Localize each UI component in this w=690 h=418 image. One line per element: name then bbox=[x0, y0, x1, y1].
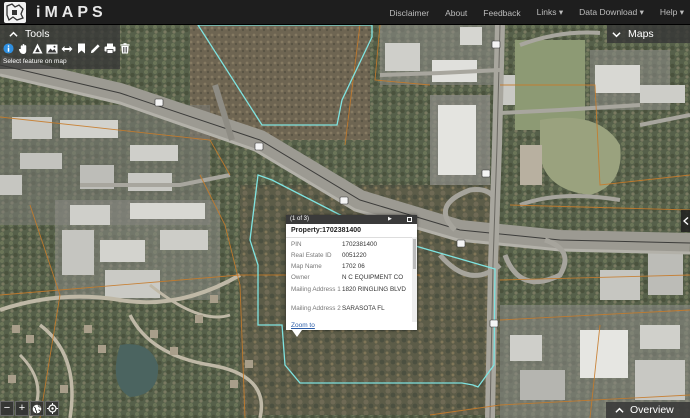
attr-key: Mailing Address 2 bbox=[291, 305, 341, 312]
zoom-controls: − + bbox=[0, 401, 60, 418]
zoom-out-button[interactable]: − bbox=[0, 401, 14, 416]
image-icon[interactable] bbox=[46, 42, 59, 55]
popup-feature-count: (1 of 3) bbox=[290, 216, 310, 222]
zoom-in-button[interactable]: + bbox=[15, 401, 29, 416]
tools-hint: Select feature on map bbox=[3, 58, 67, 65]
attr-value: SARASOTA FL bbox=[342, 305, 385, 312]
top-navbar: iMAPS Disclaimer About Feedback Links ▾ … bbox=[0, 0, 690, 25]
popup-titlebar: (1 of 3) ▶ bbox=[286, 215, 417, 224]
attr-row: Mailing Address 1 1820 RINGLING BLVD bbox=[286, 286, 412, 305]
attr-value: N C EQUIPMENT CO bbox=[342, 274, 404, 281]
attr-row: Owner N C EQUIPMENT CO bbox=[286, 274, 412, 286]
popup-next-button[interactable]: ▶ bbox=[388, 215, 392, 224]
property-popup: (1 of 3) ▶ Property:1702381400 PIN 17023… bbox=[286, 215, 417, 330]
attr-key: Real Estate ID bbox=[291, 252, 332, 259]
bookmark-icon[interactable] bbox=[75, 42, 88, 55]
chevron-left-icon bbox=[682, 217, 688, 225]
chevron-up-icon bbox=[615, 407, 624, 413]
chevron-up-icon bbox=[9, 31, 18, 37]
nav-links-dropdown[interactable]: Links ▾ bbox=[537, 7, 563, 18]
brand[interactable]: iMAPS bbox=[4, 2, 107, 23]
nav-help-dropdown[interactable]: Help ▾ bbox=[660, 7, 684, 18]
locate-icon[interactable] bbox=[45, 401, 59, 416]
attr-row: PIN 1702381400 bbox=[286, 241, 412, 252]
attr-value: 1702 06 bbox=[342, 263, 365, 270]
attr-key: Map Name bbox=[291, 263, 322, 270]
resize-icon[interactable] bbox=[60, 42, 73, 55]
attr-value: 1820 RINGLING BLVD bbox=[342, 286, 406, 293]
nav-about[interactable]: About bbox=[445, 8, 467, 18]
trash-icon[interactable] bbox=[118, 42, 131, 55]
print-icon[interactable] bbox=[104, 42, 117, 55]
brand-title: iMAPS bbox=[36, 3, 107, 21]
nav-data-download-dropdown[interactable]: Data Download ▾ bbox=[579, 7, 644, 18]
popup-scrollbar[interactable] bbox=[412, 237, 417, 322]
attr-value: 1702381400 bbox=[342, 241, 378, 248]
zoom-to-link[interactable]: Zoom to bbox=[291, 322, 315, 329]
tools-toolbar bbox=[2, 42, 133, 55]
imaps-logo-icon bbox=[4, 2, 26, 23]
identify-icon[interactable] bbox=[2, 42, 15, 55]
popup-title: Property:1702381400 bbox=[291, 227, 362, 234]
tools-header[interactable]: Tools bbox=[0, 27, 50, 41]
nav-menu: Disclaimer About Feedback Links ▾ Data D… bbox=[373, 0, 684, 25]
maps-panel-toggle[interactable]: Maps bbox=[607, 25, 690, 43]
popup-maximize-icon[interactable] bbox=[407, 217, 412, 222]
globe-icon[interactable] bbox=[30, 401, 44, 416]
attr-row: Map Name 1702 06 bbox=[286, 263, 412, 274]
attr-value: 0051220 bbox=[342, 252, 367, 259]
attr-row: Mailing Address 2 SARASOTA FL bbox=[286, 305, 412, 316]
tools-title: Tools bbox=[25, 28, 50, 40]
pan-icon[interactable] bbox=[17, 42, 30, 55]
nav-disclaimer[interactable]: Disclaimer bbox=[389, 8, 429, 18]
popup-pointer bbox=[292, 330, 302, 337]
measure-icon[interactable] bbox=[31, 42, 44, 55]
popup-attributes: PIN 1702381400 Real Estate ID 0051220 Ma… bbox=[286, 237, 412, 322]
chevron-down-icon bbox=[612, 31, 621, 37]
popup-scroll-thumb[interactable] bbox=[413, 239, 416, 269]
overview-title: Overview bbox=[630, 404, 674, 416]
overview-toggle[interactable]: Overview bbox=[606, 402, 690, 418]
tools-panel: Tools Select feature on map bbox=[0, 25, 129, 69]
attr-key: PIN bbox=[291, 241, 302, 248]
attr-key: Mailing Address 1 bbox=[291, 286, 341, 293]
attr-key: Owner bbox=[291, 274, 310, 281]
nav-feedback[interactable]: Feedback bbox=[483, 8, 520, 18]
draw-icon[interactable] bbox=[89, 42, 102, 55]
side-panel-tab[interactable] bbox=[681, 210, 690, 232]
attr-row: Real Estate ID 0051220 bbox=[286, 252, 412, 263]
maps-title: Maps bbox=[628, 28, 654, 40]
